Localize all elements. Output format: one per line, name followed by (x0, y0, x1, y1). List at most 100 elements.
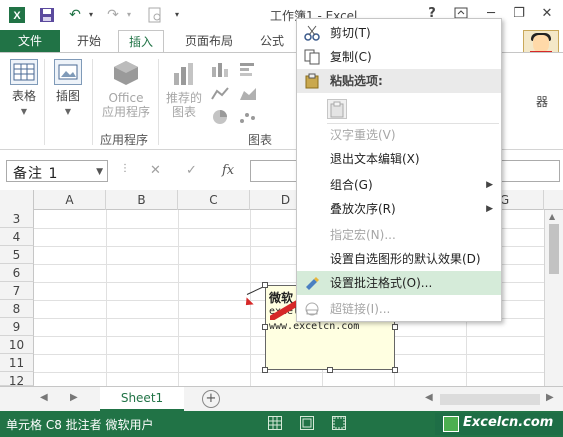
row-header-11[interactable]: 11 (0, 354, 34, 372)
menu-item-label: 指定宏(N)... (330, 228, 396, 242)
sheet-tabs-bar: ◀ ▶ Sheet1 + ◀ ▶ (0, 386, 563, 411)
resize-handle[interactable] (392, 367, 398, 373)
tab-sheet1[interactable]: Sheet1 (100, 387, 184, 411)
undo-dropdown-icon[interactable]: ▾ (82, 6, 100, 24)
select-all-corner[interactable] (0, 190, 34, 210)
illustrations-button[interactable]: 插图 ▼ (50, 59, 86, 117)
tab-page-layout[interactable]: 页面布局 (174, 30, 244, 52)
recommended-charts-label-1: 推荐的 (165, 91, 202, 105)
charts-group-label: 图表 (248, 133, 273, 147)
restore-button[interactable]: ❐ (510, 5, 528, 23)
menu-item-label: 退出文本编辑(X) (330, 152, 420, 166)
vertical-scrollbar[interactable]: ▲ (544, 210, 563, 386)
menu-item-label: 组合(G) (330, 178, 373, 192)
horizontal-scrollbar[interactable] (440, 394, 540, 405)
paste-clipboard-icon[interactable] (327, 99, 347, 119)
menu-item-set-default-shape[interactable]: 设置自选图形的默认效果(D) (297, 247, 501, 271)
tab-home[interactable]: 开始 (66, 30, 112, 52)
chevron-down-icon[interactable]: ▼ (96, 167, 103, 177)
resize-handle[interactable] (262, 324, 268, 330)
enter-icon[interactable]: ✓ (186, 163, 197, 178)
comment-text-line-2: www.excelcn.com (269, 321, 360, 332)
column-header-a[interactable]: A (34, 190, 106, 210)
recommended-charts-button[interactable]: 推荐的 图表 (162, 59, 206, 119)
page-break-view-icon[interactable] (332, 416, 346, 430)
table-button[interactable]: 表格 ▼ (6, 59, 42, 117)
tab-formulas[interactable]: 公式 (252, 30, 292, 52)
customize-qat-icon[interactable]: ▾ (168, 6, 186, 24)
scatter-chart-button[interactable] (236, 109, 260, 128)
page-layout-view-icon[interactable] (300, 416, 314, 430)
office-apps-button[interactable]: Office 应用程序 (100, 59, 152, 119)
gridline (250, 210, 251, 386)
pie-chart-button[interactable] (208, 109, 232, 128)
hscroll-left-icon[interactable]: ◀ (425, 392, 433, 403)
row-header-4[interactable]: 4 (0, 228, 34, 246)
row-header-10[interactable]: 10 (0, 336, 34, 354)
menu-item-label: 叠放次序(R) (330, 202, 396, 216)
group-divider (158, 59, 159, 145)
row-header-6[interactable]: 6 (0, 264, 34, 282)
bar-chart-button[interactable] (236, 61, 260, 80)
menu-item-exit-text-edit[interactable]: 退出文本编辑(X) (297, 147, 501, 171)
row-header-12[interactable]: 12 (0, 372, 34, 388)
table-label: 表格 (11, 89, 36, 103)
redo-dropdown-icon[interactable]: ▾ (120, 6, 138, 24)
menu-item-cut[interactable]: 剪切(T) (297, 21, 501, 45)
column-header-c[interactable]: C (178, 190, 250, 210)
menu-item-label: 剪切(T) (330, 26, 371, 40)
tab-insert[interactable]: 插入 (118, 30, 164, 52)
status-bar: 单元格 C8 批注者 微软用户 Excelcn.com (0, 411, 563, 437)
column-chart-button[interactable] (208, 61, 232, 80)
illustrations-icon (54, 59, 82, 85)
menu-item-label: 设置自选图形的默认效果(D) (330, 252, 481, 266)
menu-item-format-comment[interactable]: 设置批注格式(O)... (297, 271, 501, 295)
copy-icon (304, 49, 320, 65)
cancel-icon[interactable]: ✕ (150, 163, 161, 178)
line-chart-button[interactable] (208, 85, 232, 104)
row-header-5[interactable]: 5 (0, 246, 34, 264)
row-header-9[interactable]: 9 (0, 318, 34, 336)
menu-item-assign-macro[interactable]: 指定宏(N)... (297, 223, 501, 247)
resize-handle[interactable] (262, 367, 268, 373)
chevron-right-icon: ▶ (486, 204, 493, 214)
save-icon[interactable] (38, 6, 56, 24)
apps-group-label: 应用程序 (100, 133, 149, 147)
menu-item-hyperlink[interactable]: 超链接(I)... (297, 297, 501, 321)
sheet-next-icon[interactable]: ▶ (70, 392, 78, 403)
office-apps-label-1: Office (108, 91, 144, 105)
hyperlink-icon (304, 301, 320, 317)
row-header-7[interactable]: 7 (0, 282, 34, 300)
close-button[interactable]: ✕ (538, 5, 556, 23)
office-apps-label-2: 应用程序 (101, 105, 150, 119)
add-sheet-button[interactable]: + (202, 390, 220, 408)
area-chart-button[interactable] (236, 85, 260, 104)
column-header-b[interactable]: B (106, 190, 178, 210)
hscroll-right-icon[interactable]: ▶ (546, 392, 554, 403)
scissors-icon (304, 25, 320, 41)
menu-item-group[interactable]: 组合(G) ▶ (297, 173, 501, 197)
resize-handle[interactable] (392, 324, 398, 330)
sheet-prev-icon[interactable]: ◀ (40, 392, 48, 403)
menu-item-label: 粘贴选项: (330, 74, 383, 88)
resize-handle[interactable] (262, 282, 268, 288)
menu-item-reconvert[interactable]: 汉字重选(V) (297, 123, 501, 147)
print-preview-icon[interactable] (146, 6, 164, 24)
resize-handle[interactable] (327, 367, 333, 373)
insert-function-icon[interactable]: fx (222, 163, 234, 178)
vertical-scrollbar-thumb[interactable] (549, 224, 559, 274)
recommended-charts-label-2: 图表 (171, 105, 196, 119)
watermark-logo: Excelcn.com (435, 413, 563, 435)
paste-icon (304, 73, 320, 89)
menu-item-order[interactable]: 叠放次序(R) ▶ (297, 197, 501, 221)
name-box[interactable]: 备注 1 ▼ (6, 160, 108, 182)
menu-item-copy[interactable]: 复制(C) (297, 45, 501, 69)
normal-view-icon[interactable] (268, 416, 282, 430)
chevron-right-icon: ▶ (486, 180, 493, 190)
menu-item-label: 汉字重选(V) (330, 128, 396, 142)
row-header-8[interactable]: 8 (0, 300, 34, 318)
row-header-3[interactable]: 3 (0, 210, 34, 228)
gridline (178, 210, 179, 386)
tab-file[interactable]: 文件 (0, 30, 60, 52)
scroll-up-icon[interactable]: ▲ (549, 212, 555, 221)
